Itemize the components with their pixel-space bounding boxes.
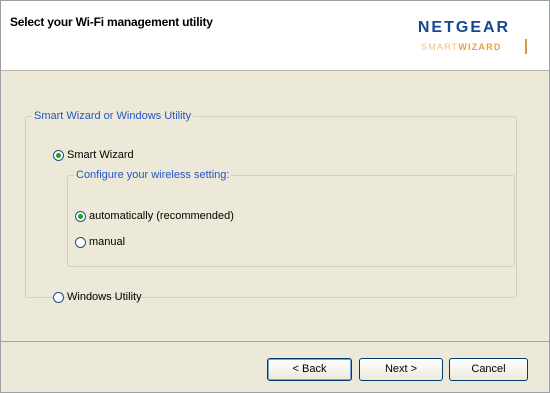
next-button[interactable]: Next > bbox=[359, 358, 443, 381]
logo-subtitle: SMARTWIZARD bbox=[421, 42, 502, 52]
manual-radio[interactable] bbox=[75, 236, 86, 248]
windows-utility-option[interactable]: Windows Utility bbox=[53, 291, 142, 303]
windows-utility-radio[interactable] bbox=[53, 291, 64, 303]
automatic-radio[interactable] bbox=[75, 210, 86, 222]
automatic-label: automatically (recommended) bbox=[89, 210, 234, 222]
back-button[interactable]: < Back bbox=[267, 358, 352, 381]
manual-label: manual bbox=[89, 236, 126, 248]
logo-sub-smart: SMART bbox=[421, 42, 459, 52]
wireless-setting-legend: Configure your wireless setting: bbox=[76, 169, 230, 181]
manual-option[interactable]: manual bbox=[75, 236, 125, 248]
netgear-smartwizard-logo: NETGEAR SMARTWIZARD bbox=[397, 19, 531, 55]
windows-utility-label: Windows Utility bbox=[67, 291, 142, 303]
radio-selected-dot bbox=[56, 152, 61, 158]
utility-choice-legend: Smart Wizard or Windows Utility bbox=[34, 110, 192, 122]
automatic-option[interactable]: automatically (recommended) bbox=[75, 210, 234, 222]
page-title: Select your Wi-Fi management utility bbox=[10, 15, 213, 29]
logo-accent-bar bbox=[525, 39, 527, 54]
logo-sub-wizard: WIZARD bbox=[458, 42, 502, 52]
button-bar-divider bbox=[1, 341, 549, 343]
smart-wizard-label: Smart Wizard bbox=[67, 149, 134, 161]
smart-wizard-radio[interactable] bbox=[53, 149, 64, 161]
logo-brand-text: NETGEAR bbox=[417, 19, 511, 36]
cancel-button[interactable]: Cancel bbox=[449, 358, 528, 381]
header-banner: Select your Wi-Fi management utility NET… bbox=[1, 1, 549, 71]
radio-selected-dot bbox=[78, 213, 83, 219]
smart-wizard-option[interactable]: Smart Wizard bbox=[53, 149, 134, 161]
wizard-window: Select your Wi-Fi management utility NET… bbox=[0, 0, 550, 393]
